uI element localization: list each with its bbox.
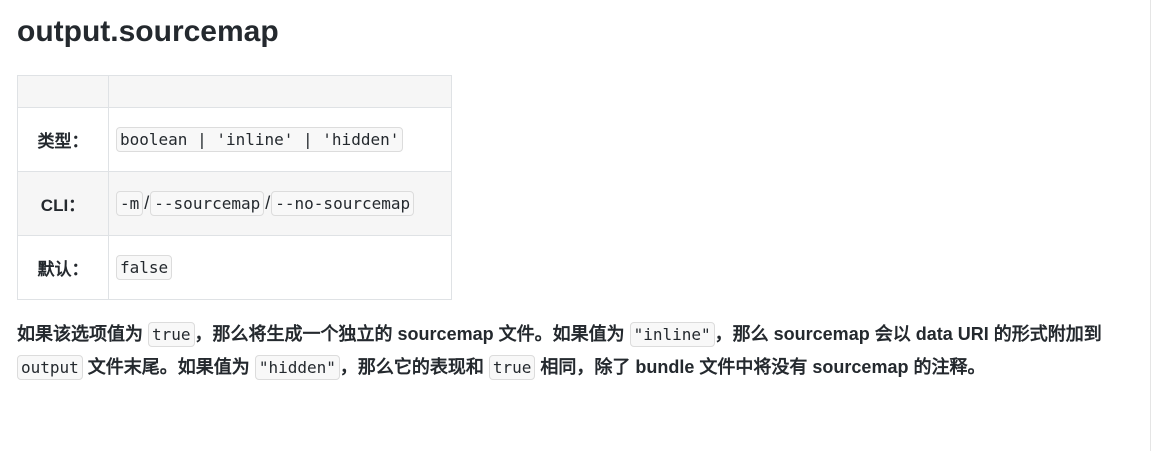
default-code: false [116,254,173,280]
description-paragraph: 如果该选项值为 true ，那么将生成一个独立的 sourcemap 文件。如果值… [17,318,1127,384]
description-text: 文件末尾。如果值为 [82,357,255,377]
table-row-cli: CLI： -m / --sourcemap / --no-sourcemap [17,171,452,236]
cli-code-long: --sourcemap [150,191,265,216]
inline-code-true: true [148,322,195,347]
cli-code-negated: --no-sourcemap [271,191,415,216]
table-header-cell-1 [17,75,109,108]
cli-value: -m / --sourcemap / --no-sourcemap [108,171,452,236]
table-row-type: 类型： boolean | 'inline' | 'hidden' [17,107,452,172]
doc-page: output.sourcemap 类型： boolean | 'inline' … [0,0,1150,451]
description-text: ，那么将生成一个独立的 sourcemap 文件。如果值为 [194,324,630,344]
type-code: boolean | 'inline' | 'hidden' [116,126,404,152]
table-row-default: 默认： false [17,235,452,300]
default-value: false [108,235,452,300]
table-header-cell-2 [108,75,452,108]
description-text: ，那么 sourcemap 会以 data URI 的形式附加到 [714,324,1102,344]
inline-code-inline: "inline" [629,322,715,347]
cli-label: CLI： [17,171,109,236]
default-label: 默认： [17,235,109,300]
description-text: 相同，除了 bundle 文件中将没有 sourcemap 的注释。 [535,357,986,377]
option-table: 类型： boolean | 'inline' | 'hidden' CLI： -… [17,75,452,300]
inline-code-output: output [17,355,83,380]
type-value: boolean | 'inline' | 'hidden' [108,107,452,172]
cli-code-short: -m [116,191,144,216]
inline-code-hidden: "hidden" [254,355,340,380]
description-text: 如果该选项值为 [17,324,149,344]
description-text: ，那么它的表现和 [339,357,489,377]
table-header-row [17,75,452,108]
inline-code-true: true [488,355,536,380]
type-label: 类型： [17,107,109,172]
page-edge-divider [1150,0,1151,451]
section-title: output.sourcemap [17,15,279,48]
